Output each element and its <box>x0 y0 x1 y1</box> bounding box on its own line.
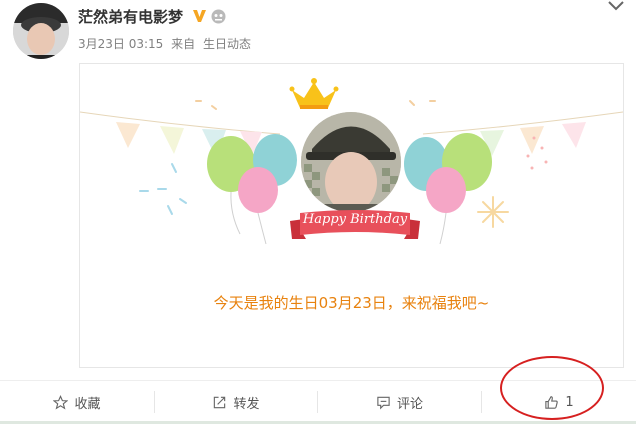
birthday-card[interactable]: Happy Birthday 今天是我的生日03月23日，来祝福我吧~ <box>79 63 624 368</box>
post-meta: 3月23日 03:15 来自 生日动态 <box>78 35 255 52</box>
repost-icon <box>214 396 226 408</box>
verified-v-icon <box>193 10 206 22</box>
member-icon[interactable] <box>211 9 226 24</box>
comment-icon <box>377 396 390 409</box>
birthday-message: 今天是我的生日03月23日，来祝福我吧~ <box>213 294 490 312</box>
favorite-label: 收藏 <box>74 396 101 412</box>
comment-button[interactable]: 评论 <box>318 381 481 423</box>
avatar[interactable] <box>13 3 69 59</box>
like-button[interactable]: 1 <box>482 381 636 423</box>
post-source[interactable]: 生日动态 <box>203 37 251 51</box>
thumbs-up-icon <box>545 395 559 409</box>
favorite-button[interactable]: 收藏 <box>0 381 154 423</box>
source-prefix: 来自 <box>171 37 196 51</box>
star-icon <box>53 394 69 410</box>
crown-icon <box>289 78 339 109</box>
post-time[interactable]: 3月23日 03:15 <box>78 37 163 51</box>
weibo-post: 茫然弟有电影梦 3月23日 03:15 来自 生日动态 Happy Birthd… <box>0 0 636 424</box>
action-bar: 收藏 转发 评论 1 <box>0 380 636 423</box>
repost-button[interactable]: 转发 <box>155 381 317 423</box>
username[interactable]: 茫然弟有电影梦 <box>78 6 183 27</box>
chevron-down-icon[interactable] <box>607 0 625 12</box>
banner-text: Happy Birthday <box>302 212 408 227</box>
like-count: 1 <box>565 394 574 410</box>
comment-label: 评论 <box>396 396 423 412</box>
repost-label: 转发 <box>233 396 260 412</box>
